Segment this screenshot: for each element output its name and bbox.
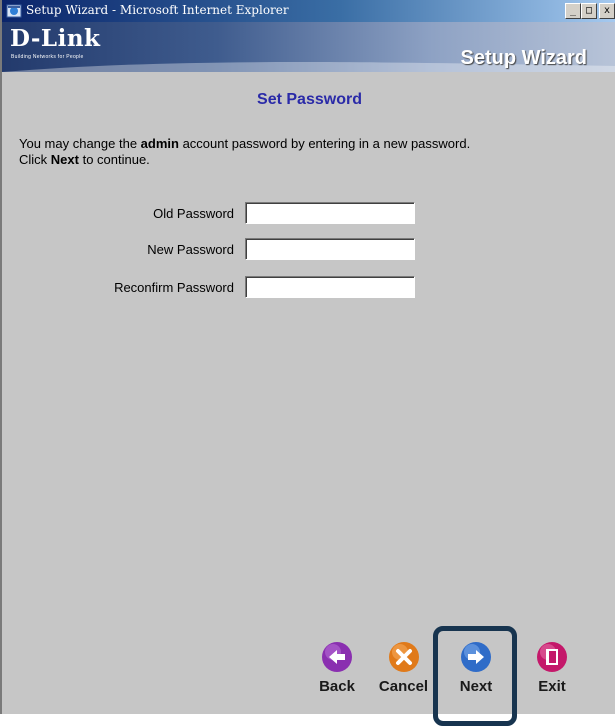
cancel-button[interactable]: Cancel — [374, 640, 433, 710]
next-button[interactable]: Next — [446, 640, 506, 710]
internet-explorer-icon — [6, 4, 22, 18]
old-password-label: Old Password — [153, 206, 234, 221]
instructions-next: Next — [50, 152, 79, 167]
wizard-title: Setup Wizard — [460, 47, 588, 69]
exit-label: Exit — [538, 678, 566, 695]
next-label: Next — [459, 678, 493, 695]
next-arrow-icon — [461, 642, 491, 672]
header-banner: D-Link Building Networks for People Setu… — [2, 22, 615, 72]
window-controls: _ □ x — [565, 3, 615, 19]
cancel-label: Cancel — [378, 678, 429, 695]
instructions-click: Click — [19, 152, 51, 167]
title-bar[interactable]: Setup Wizard - Microsoft Internet Explor… — [2, 0, 615, 22]
back-button[interactable]: Back — [307, 640, 367, 710]
instructions-admin: admin — [140, 136, 179, 151]
close-button[interactable]: x — [599, 3, 615, 19]
reconfirm-password-row: Reconfirm Password — [2, 276, 615, 300]
cancel-x-icon — [388, 642, 419, 672]
instructions-text: You may change the admin account passwor… — [19, 136, 609, 168]
old-password-row: Old Password — [2, 202, 615, 226]
exit-button[interactable]: Exit — [522, 640, 582, 710]
exit-door-icon — [537, 642, 567, 672]
back-arrow-icon — [322, 642, 352, 672]
dlink-logo: D-Link — [10, 25, 101, 52]
instructions-pre: You may change the — [19, 136, 141, 151]
new-password-label: New Password — [147, 242, 234, 257]
new-password-row: New Password — [2, 238, 615, 262]
reconfirm-password-field[interactable] — [245, 276, 415, 298]
new-password-field[interactable] — [245, 238, 415, 260]
old-password-field[interactable] — [245, 202, 415, 224]
instructions-post: to continue. — [78, 152, 150, 167]
instructions-mid: account password by entering in a new pa… — [178, 136, 471, 151]
browser-window: Setup Wizard - Microsoft Internet Explor… — [0, 0, 615, 726]
reconfirm-password-label: Reconfirm Password — [114, 280, 234, 295]
maximize-button[interactable]: □ — [581, 3, 597, 19]
minimize-button[interactable]: _ — [565, 3, 581, 19]
window-title: Setup Wizard - Microsoft Internet Explor… — [26, 3, 289, 17]
back-label: Back — [319, 678, 355, 695]
page-title: Set Password — [257, 91, 362, 108]
